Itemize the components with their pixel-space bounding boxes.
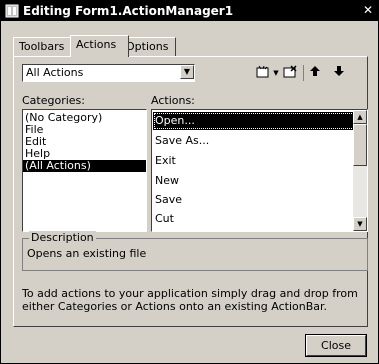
new-action-icon[interactable] <box>255 65 271 81</box>
tab-label: Options <box>126 40 169 53</box>
tab-toolbars[interactable]: Toolbars <box>13 37 73 56</box>
instructions-text: To add actions to your application simpl… <box>22 287 358 313</box>
scroll-up-icon[interactable]: ▲ <box>353 110 367 124</box>
categories-list[interactable]: (No Category) File Edit Help (All Action… <box>22 109 147 232</box>
scroll-thumb[interactable] <box>353 124 367 166</box>
chevron-down-icon[interactable]: ▼ <box>272 65 280 81</box>
list-item[interactable]: Cut <box>155 210 174 228</box>
list-item[interactable]: Save As... <box>155 132 209 150</box>
close-icon[interactable]: ✕ <box>361 4 375 17</box>
move-up-icon[interactable] <box>308 65 322 81</box>
close-button[interactable]: Close <box>305 334 367 357</box>
move-down-icon[interactable] <box>332 65 346 81</box>
actions-list[interactable]: Open... Save As... Exit New Save Cut ▲ ▼ <box>151 109 368 232</box>
dropdown-value: All Actions <box>26 66 84 79</box>
window-title: Editing Form1.ActionManager1 <box>23 4 234 18</box>
tab-label: Actions <box>76 38 117 51</box>
tab-label: Toolbars <box>19 40 65 53</box>
action-manager-dialog: Editing Form1.ActionManager1 ✕ Toolbars … <box>0 0 379 364</box>
action-filter-dropdown[interactable]: All Actions ▼ <box>22 64 195 82</box>
tab-actions[interactable]: Actions <box>70 35 129 57</box>
title-bar[interactable]: Editing Form1.ActionManager1 ✕ <box>1 1 378 21</box>
categories-label: Categories: <box>22 94 85 107</box>
toolbar-separator <box>303 65 304 81</box>
actions-label: Actions: <box>151 94 195 107</box>
list-item-selected[interactable]: (All Actions) <box>23 160 146 172</box>
scroll-down-icon[interactable]: ▼ <box>353 217 367 231</box>
description-legend: Description <box>29 231 96 244</box>
list-item[interactable]: Exit <box>155 152 176 170</box>
actions-scrollbar[interactable]: ▲ ▼ <box>353 110 367 231</box>
chevron-down-icon[interactable]: ▼ <box>180 65 194 79</box>
list-item[interactable]: New <box>155 172 179 190</box>
list-item[interactable]: Save <box>155 191 182 209</box>
delete-action-icon[interactable] <box>282 65 298 81</box>
list-item-selected[interactable]: Open... <box>153 112 363 130</box>
description-text: Opens an existing file <box>27 247 147 260</box>
description-group: Description Opens an existing file <box>22 231 368 271</box>
app-icon <box>5 4 19 18</box>
